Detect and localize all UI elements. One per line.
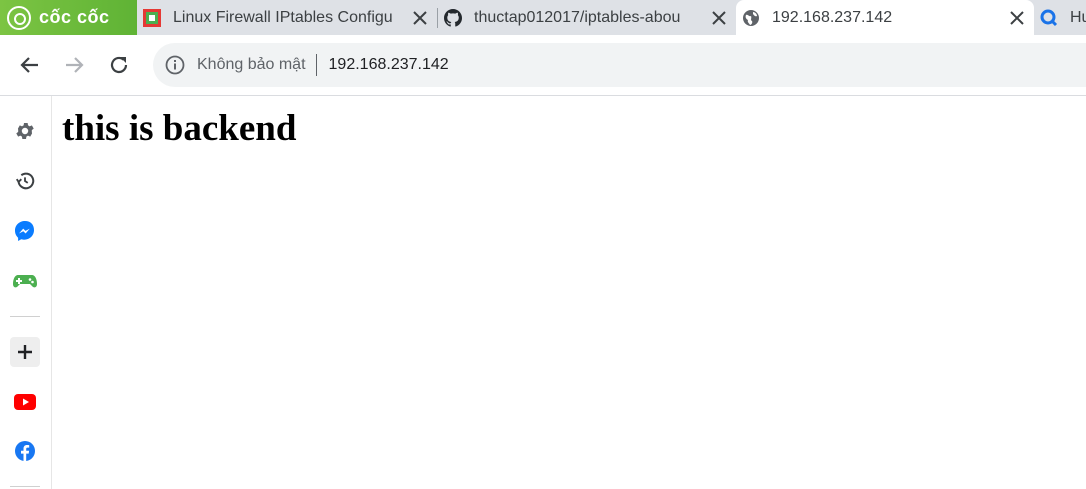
sidebar [0,96,52,489]
game-icon [13,275,37,288]
page-heading: this is backend [62,108,297,149]
sidebar-divider [10,486,40,487]
brand-name: cốc cốc [39,7,110,27]
tab-linux-firewall[interactable]: Linux Firewall IPtables Configu [137,0,437,35]
sidebar-item-settings[interactable] [10,116,40,146]
sidebar-item-messenger[interactable] [10,216,40,246]
add-icon [18,345,32,359]
coccoc-logo-icon [7,5,31,30]
facebook-icon [15,441,35,461]
tab-coccoc-search[interactable]: Hu [1034,0,1086,35]
globe-icon [743,9,759,26]
browser-toolbar: Không bảo mật 192.168.237.142 [0,35,1086,96]
close-icon[interactable] [708,7,730,29]
url-text[interactable]: 192.168.237.142 [329,56,449,74]
sidebar-item-facebook[interactable] [10,436,40,466]
history-icon [15,172,35,190]
settings-icon [16,123,34,139]
security-status-label[interactable]: Không bảo mật [197,56,306,74]
square-favicon-icon [143,8,161,27]
browser-brand-button[interactable]: cốc cốc [0,0,137,35]
tab-strip: cốc cốc Linux Firewall IPtables Configu … [0,0,1086,35]
tab-title: Linux Firewall IPtables Configu [173,8,393,26]
sidebar-item-history[interactable] [10,166,40,196]
tab-title: thuctap012017/iptables-abou [474,8,681,26]
coccoc-search-icon [1040,9,1058,26]
close-icon[interactable] [409,7,431,29]
tab-title: Hu [1070,8,1086,26]
tab-github-iptables[interactable]: thuctap012017/iptables-abou [438,0,736,35]
close-icon[interactable] [1006,7,1028,29]
tab-title: 192.168.237.142 [772,8,893,26]
omnibox-divider [315,54,317,76]
info-icon[interactable] [165,55,185,75]
page-content: this is backend [52,96,1086,489]
sidebar-item-youtube[interactable] [10,387,40,417]
back-arrow-icon[interactable] [18,53,42,77]
forward-arrow-icon[interactable] [62,53,86,77]
address-bar[interactable]: Không bảo mật 192.168.237.142 [153,43,1086,87]
youtube-icon [14,394,36,410]
sidebar-item-game[interactable] [10,266,40,296]
github-icon [444,8,462,27]
sidebar-divider [10,316,40,317]
messenger-icon [15,221,34,241]
reload-icon[interactable] [107,53,131,77]
sidebar-item-add[interactable] [10,337,40,367]
tab-active-backend[interactable]: 192.168.237.142 [736,0,1034,35]
